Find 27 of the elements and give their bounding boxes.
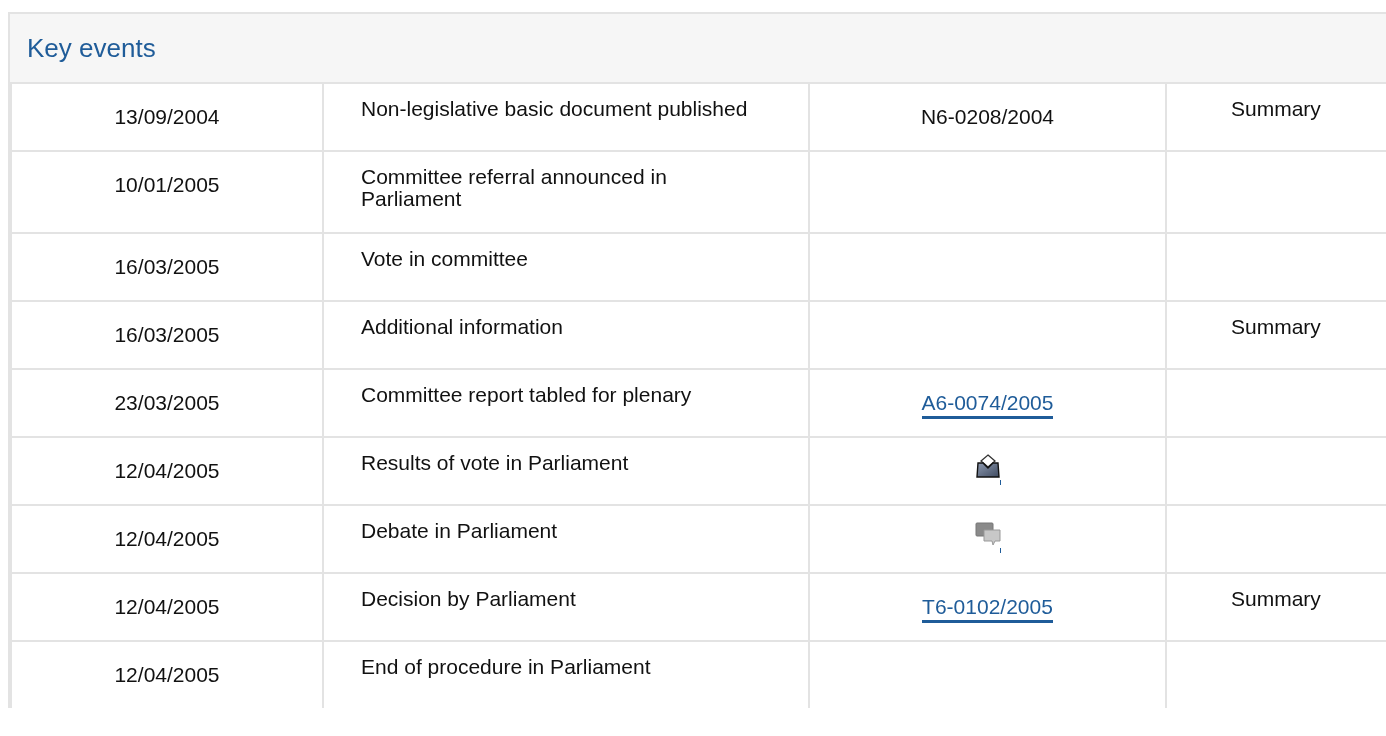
- event-date: 16/03/2005: [114, 255, 220, 278]
- event-description: Debate in Parliament: [361, 520, 559, 542]
- document-link[interactable]: A6-0074/2005: [921, 391, 1054, 419]
- event-description: Committee report tabled for plenary: [361, 384, 693, 406]
- event-description: Additional information: [361, 316, 564, 338]
- event-date: 23/03/2005: [114, 391, 220, 414]
- summary-label: Summary: [1231, 315, 1321, 338]
- event-description: Non-legislative basic document published: [361, 98, 749, 120]
- event-date: 10/01/2005: [114, 173, 220, 196]
- document-link[interactable]: T6-0102/2005: [922, 595, 1053, 623]
- event-date: 13/09/2004: [114, 105, 220, 128]
- event-date: 12/04/2005: [114, 663, 220, 686]
- event-description: Vote in committee: [361, 248, 529, 270]
- speech-bubbles-icon[interactable]: [974, 522, 1001, 546]
- ballot-box-icon[interactable]: [974, 454, 1001, 478]
- event-description: Committee referral announced in Parliament: [361, 166, 668, 210]
- document-reference: N6-0208/2004: [920, 105, 1055, 128]
- event-date: 16/03/2005: [114, 323, 220, 346]
- event-date: 12/04/2005: [114, 459, 220, 482]
- event-date: 12/04/2005: [114, 595, 220, 618]
- event-description: End of procedure in Parliament: [361, 656, 652, 678]
- panel-title: Key events: [27, 32, 156, 64]
- event-description: Decision by Parliament: [361, 588, 577, 610]
- event-description: Results of vote in Parliament: [361, 452, 630, 474]
- summary-label: Summary: [1231, 587, 1321, 610]
- summary-label: Summary: [1231, 97, 1321, 120]
- event-date: 12/04/2005: [114, 527, 220, 550]
